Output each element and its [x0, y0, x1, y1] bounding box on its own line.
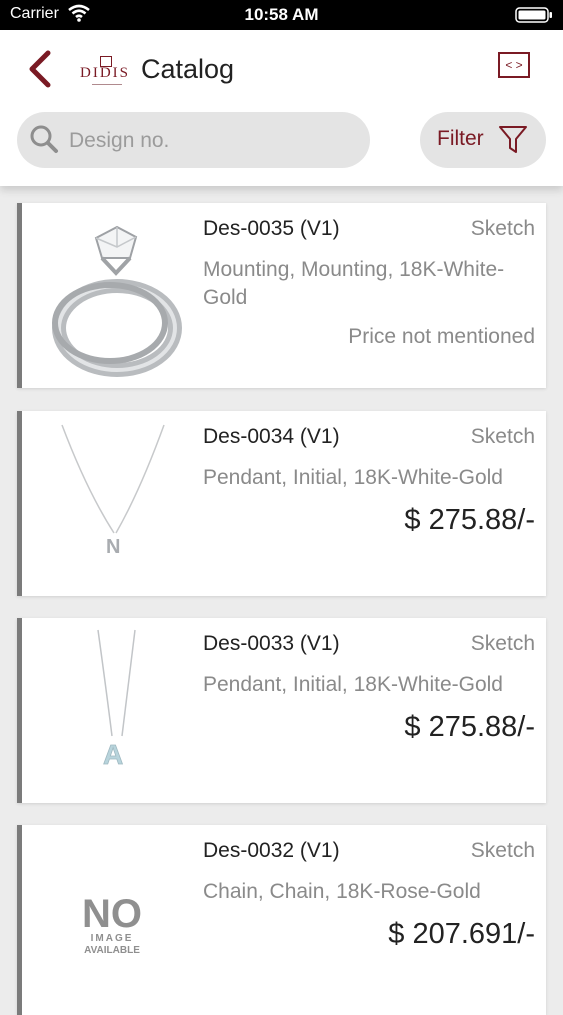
ring-image [52, 225, 182, 377]
catalog-list: Des-0035 (V1) Sketch Mounting, Mounting,… [0, 186, 563, 1015]
design-description: Pendant, Initial, 18K-White-Gold [203, 466, 503, 489]
design-number: Des-0032 (V1) [203, 839, 340, 862]
catalog-card[interactable]: A Des-0033 (V1) Sketch Pendant, Initial,… [17, 618, 546, 803]
placeholder-no: NO [82, 892, 142, 936]
search-icon [30, 125, 58, 153]
status-time: 10:58 AM [244, 5, 319, 24]
filter-label: Filter [437, 127, 484, 150]
design-type: Sketch [470, 217, 535, 240]
brand-logo: DIDIS [80, 56, 132, 90]
design-number: Des-0035 (V1) [203, 217, 340, 240]
design-type: Sketch [470, 632, 535, 655]
design-type: Sketch [470, 839, 535, 862]
back-chevron-icon[interactable] [26, 50, 52, 88]
page-title: Catalog [141, 54, 235, 84]
design-description: Mounting, Mounting, 18K-White-Gold [203, 258, 505, 309]
search-box[interactable] [17, 112, 370, 168]
catalog-card[interactable]: NO IMAGE AVAILABLE Des-0032 (V1) Sketch … [17, 825, 546, 1015]
funnel-icon [499, 126, 527, 153]
filter-button[interactable]: Filter [420, 112, 546, 168]
catalog-card[interactable]: Des-0035 (V1) Sketch Mounting, Mounting,… [17, 203, 546, 388]
battery-icon [515, 7, 552, 23]
svg-text:A: A [103, 739, 123, 770]
app-header: DIDIS Catalog < > Filter [0, 30, 563, 186]
logo-text: DIDIS [80, 65, 130, 81]
design-type: Sketch [470, 425, 535, 448]
pendant-n-image: N [61, 424, 165, 558]
price-label: $ 275.88/- [404, 504, 535, 536]
price-label: $ 207.691/- [388, 918, 535, 950]
search-input[interactable] [67, 124, 361, 158]
price-label: Price not mentioned [348, 325, 535, 348]
placeholder-available: AVAILABLE [84, 945, 140, 956]
code-toggle-icon[interactable]: < > [498, 52, 530, 78]
price-label: $ 275.88/- [404, 711, 535, 743]
catalog-card[interactable]: N Des-0034 (V1) Sketch Pendant, Initial,… [17, 411, 546, 596]
placeholder-image: IMAGE [91, 933, 134, 944]
logo-tagline-line [92, 84, 122, 85]
pendant-a-image: A [97, 629, 136, 770]
design-number: Des-0033 (V1) [203, 632, 340, 655]
design-description: Pendant, Initial, 18K-White-Gold [203, 673, 503, 696]
status-bar: Carrier 10:58 AM [0, 0, 563, 30]
svg-text:N: N [106, 536, 120, 558]
no-image-placeholder: NO IMAGE AVAILABLE [82, 892, 142, 956]
design-number: Des-0034 (V1) [203, 425, 340, 448]
design-description: Chain, Chain, 18K-Rose-Gold [203, 880, 481, 903]
